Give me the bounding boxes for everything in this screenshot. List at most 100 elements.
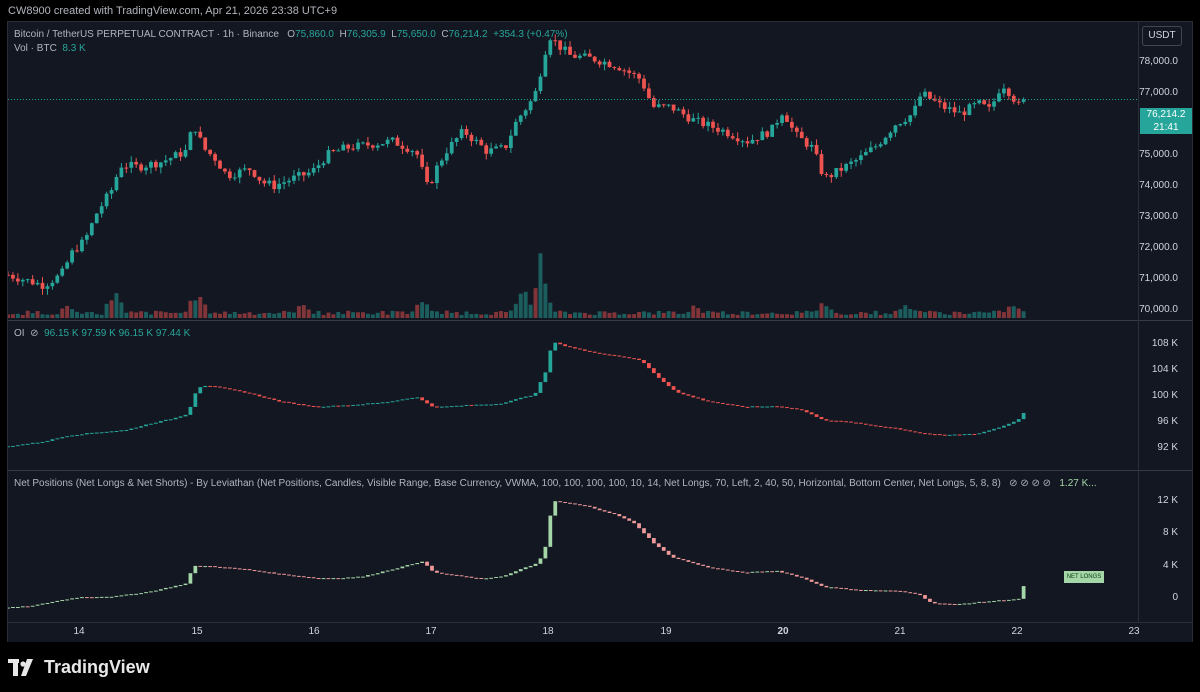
oi-candle xyxy=(548,350,553,373)
volume-bar xyxy=(829,309,834,318)
volume-bar xyxy=(400,311,405,318)
netpos-candle xyxy=(1021,586,1026,599)
oi-candle xyxy=(1002,425,1006,428)
oi-candle xyxy=(642,360,646,364)
bar-countdown: 21:41 xyxy=(1153,122,1179,133)
netpos-candle xyxy=(543,546,548,559)
netpos-hidden-plots-icon[interactable]: ⊘ ⊘ ⊘ ⊘ xyxy=(1009,478,1051,489)
netpos-candle xyxy=(582,505,587,507)
oi-candle xyxy=(893,427,898,429)
oi-candle xyxy=(301,404,306,406)
volume-bar xyxy=(439,313,444,318)
netpos-candle xyxy=(681,559,686,561)
netpos-candle xyxy=(208,566,213,568)
oi-candle xyxy=(366,403,370,405)
price-candle xyxy=(617,68,622,71)
oi-candle xyxy=(370,403,375,405)
volume-bar xyxy=(208,313,213,318)
price-candle xyxy=(918,96,922,106)
oi-candle xyxy=(479,404,484,406)
netpos-candle xyxy=(676,557,681,560)
netpos-candle xyxy=(612,513,617,515)
price-candle xyxy=(499,145,503,147)
netpos-candle xyxy=(218,566,222,568)
netpos-candle xyxy=(716,568,720,570)
price-candle xyxy=(326,150,331,164)
price-candle xyxy=(282,182,286,184)
oi-label[interactable]: OI xyxy=(14,328,25,339)
price-candle xyxy=(154,161,158,168)
volume-bar xyxy=(582,312,587,318)
oi-candle xyxy=(504,402,508,404)
netpos-candle xyxy=(55,600,60,602)
time-tick: 18 xyxy=(542,626,554,637)
oi-candle xyxy=(287,401,291,403)
time-tick: 17 xyxy=(425,626,437,637)
netpos-candle xyxy=(326,578,331,580)
netpos-candle xyxy=(859,589,863,591)
volume-bar xyxy=(908,308,913,318)
netpos-candle xyxy=(439,572,444,574)
oi-candle xyxy=(928,433,932,435)
price-candle xyxy=(794,127,799,132)
price-candle xyxy=(208,149,213,155)
oi-candle xyxy=(651,368,656,374)
volume-bar xyxy=(992,310,997,318)
netpos-candle xyxy=(316,578,321,580)
netpos-candle xyxy=(149,591,153,593)
volume-bar xyxy=(168,312,173,318)
price-candle xyxy=(893,125,898,133)
price-candle xyxy=(444,153,449,161)
hidden-eye-slash-icon[interactable]: ⊘ xyxy=(30,328,38,339)
oi-candle xyxy=(1016,419,1021,422)
oi-candle xyxy=(99,432,104,434)
netpos-candle xyxy=(967,603,972,605)
netpos-candle xyxy=(642,528,646,534)
oi-candle xyxy=(750,406,755,408)
oi-candle xyxy=(558,342,563,345)
volume-bar xyxy=(918,311,923,318)
oi-candle xyxy=(849,421,853,423)
volume-bar xyxy=(568,314,573,318)
oi-candle xyxy=(592,351,597,353)
currency-unit-button[interactable]: USDT xyxy=(1142,26,1182,46)
netpos-candle xyxy=(287,574,291,576)
price-candle xyxy=(765,131,770,137)
oi-candle xyxy=(755,406,760,408)
oi-candle xyxy=(982,431,987,434)
oi-candle xyxy=(20,444,25,446)
netpos-candle xyxy=(168,587,173,589)
time-axis-border xyxy=(8,622,1192,623)
chart-frame[interactable]: Bitcoin / TetherUS PERPETUAL CONTRACT · … xyxy=(7,21,1193,643)
price-candle xyxy=(415,151,420,155)
volume-bar xyxy=(8,314,10,318)
netpos-candle xyxy=(849,589,853,591)
oi-candle xyxy=(765,406,770,408)
oi-candle xyxy=(464,404,469,406)
netpos-candle xyxy=(306,577,311,579)
oi-candle xyxy=(70,435,74,437)
pane-separator-price-oi[interactable] xyxy=(8,320,1192,321)
price-candle xyxy=(124,167,129,169)
volume-bar xyxy=(291,312,296,318)
volume-bar xyxy=(903,305,908,318)
price-candle xyxy=(937,100,942,103)
oi-candle xyxy=(977,433,982,435)
volume-value: 8.3 K xyxy=(62,43,86,54)
netpos-label[interactable]: Net Positions (Net Longs & Net Shorts) -… xyxy=(14,478,1001,489)
price-candle xyxy=(390,137,395,140)
symbol-description[interactable]: Bitcoin / TetherUS PERPETUAL CONTRACT · … xyxy=(14,29,279,40)
pane-separator-oi-netpos[interactable] xyxy=(8,470,1192,471)
oi-candle xyxy=(952,434,957,436)
oi-candle xyxy=(518,397,523,400)
oi-candle xyxy=(888,427,893,429)
volume-label[interactable]: Vol · BTC xyxy=(14,43,57,54)
netpos-candle xyxy=(721,568,725,570)
price-candle xyxy=(247,168,252,171)
volume-bar xyxy=(390,310,395,318)
price-candle xyxy=(60,268,65,276)
netpos-candle xyxy=(651,537,656,544)
price-candle xyxy=(913,105,918,116)
price-candle xyxy=(632,72,637,74)
price-candle xyxy=(366,142,370,146)
